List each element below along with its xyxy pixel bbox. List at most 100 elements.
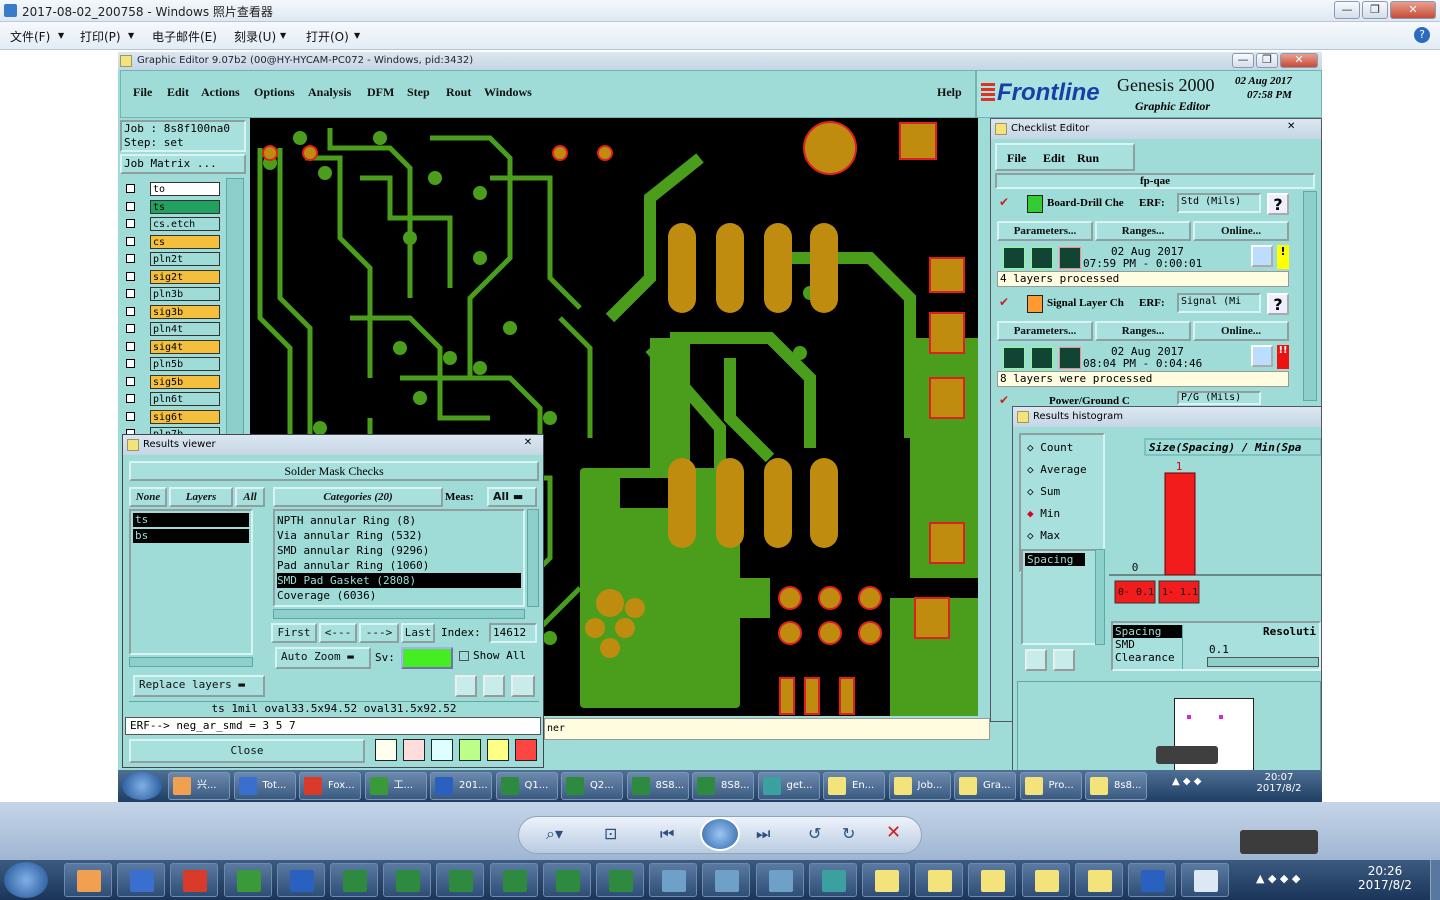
taskbar-item[interactable] [489,863,538,897]
menu-help[interactable]: Help [937,85,962,100]
run-icon[interactable] [1003,347,1025,369]
run-icon[interactable] [1031,347,1053,369]
layer-row[interactable]: sig4t [124,339,220,354]
layer-row[interactable]: pln6t [124,392,220,406]
delete-icon[interactable]: ✕ [886,822,901,843]
menu-print[interactable]: 打印(P) [80,28,121,45]
show-all-checkbox[interactable] [459,651,469,661]
list-item[interactable]: NPTH annular Ring (8) [277,513,521,528]
ranges-button[interactable]: Ranges... [1095,221,1191,241]
taskbar-item[interactable] [1128,863,1176,897]
params-button[interactable]: Parameters... [997,221,1093,241]
none-button[interactable]: None [129,487,167,507]
layer-checkbox[interactable] [126,271,135,281]
layer-checkbox[interactable] [126,306,135,316]
taskbar-item[interactable] [1181,863,1230,897]
taskbar-item[interactable] [436,863,485,897]
layer-name[interactable]: ts [150,199,220,214]
erf-field[interactable]: P/G (Mils) [1177,391,1261,405]
layer-name[interactable]: sig3b [150,304,220,319]
last-button[interactable]: Last [401,623,435,643]
list-item[interactable]: SMD [1113,638,1182,651]
meas-select[interactable]: All ▬ [487,487,537,507]
taskbar-item[interactable]: get... [757,772,820,800]
menu-analysis[interactable]: Analysis [308,85,351,100]
layer-name[interactable]: to [150,182,220,196]
start-button[interactable] [4,862,48,898]
help-icon[interactable]: ? [1267,293,1289,315]
report-icon[interactable] [487,739,509,761]
taskbar-item[interactable]: Fox... [299,772,361,800]
maximize-button[interactable]: ❐ [1256,53,1278,68]
layer-row[interactable]: sig6t [124,409,220,424]
minimize-button[interactable]: — [1334,1,1360,19]
radio-max[interactable]: ◇ Max [1027,529,1060,542]
layer-row[interactable]: pln5b [124,357,220,371]
taskbar-item[interactable]: 8S8... [626,772,689,800]
radio-sum[interactable]: ◇ Sum [1027,485,1060,498]
taskbar-item[interactable] [968,863,1017,897]
layer-name[interactable]: pln5b [150,357,220,371]
slideshow-button[interactable] [700,817,740,851]
radio-min[interactable]: ◆ Min [1027,507,1060,520]
zoom-icon[interactable]: ⌕▾ [546,824,563,844]
stop-icon[interactable] [1059,247,1081,269]
histogram-icon[interactable] [515,739,537,761]
layer-hscrollbar[interactable] [129,657,253,667]
menu-step[interactable]: Step [407,85,430,100]
list-item[interactable]: Pad annular Ring (1060) [277,558,521,573]
radio-average[interactable]: ◇ Average [1027,463,1087,476]
stop-icon[interactable] [1059,347,1081,369]
taskbar-item[interactable] [383,863,432,897]
taskbar-item[interactable] [755,863,804,897]
list-item-selected[interactable]: SMD Pad Gasket (2808) [277,573,521,588]
run-icon[interactable] [1031,247,1053,269]
layer-row[interactable]: pln4t [124,322,220,336]
refresh-icon[interactable] [483,675,505,697]
menu-file[interactable]: File [133,85,152,100]
list-item[interactable]: Coverage (6036) [277,588,521,603]
cross-icon[interactable] [431,739,453,761]
check-icon[interactable]: ✔ [999,195,1009,209]
layer-name[interactable]: sig5b [150,374,220,389]
online-button[interactable]: Online... [1193,221,1289,241]
layer-row[interactable]: sig2t [124,269,220,284]
layer-name[interactable]: sig4t [150,339,220,354]
layer-checkbox[interactable] [126,219,135,228]
list-item[interactable]: bs [133,529,249,543]
delete-icon[interactable] [403,739,425,761]
list-item-selected[interactable]: Spacing [1113,625,1182,638]
taskbar-item[interactable] [330,863,378,897]
menu-windows[interactable]: Windows [484,85,532,100]
menu-file[interactable]: File [1007,151,1026,166]
close-button[interactable]: Close [129,739,365,763]
taskbar-item[interactable] [170,863,219,897]
layer-checkbox[interactable] [126,184,135,193]
layer-row[interactable]: to [124,182,220,196]
taskbar-item[interactable] [276,863,325,897]
next-button[interactable]: ---> [359,623,399,643]
previous-icon[interactable]: ⏮ [660,824,674,844]
layer-name[interactable]: sig6t [150,409,220,424]
taskbar-item[interactable] [542,863,591,897]
all-button[interactable]: All [235,487,265,507]
taskbar-item[interactable]: 8s8... [1085,772,1147,800]
taskbar-item[interactable]: 201... [430,772,492,800]
prev-button[interactable]: <--- [319,623,357,643]
menu-dfm[interactable]: DFM [367,85,394,100]
layer-row[interactable]: pln3b [124,287,220,301]
menu-file[interactable]: 文件(F) [10,28,50,45]
taskbar-item[interactable]: En... [823,772,885,800]
first-button[interactable]: First [271,623,317,643]
rotate-left-icon[interactable]: ↺ [808,824,821,843]
menu-options[interactable]: Options [254,85,295,100]
list-item[interactable]: ts [133,513,249,527]
erf-field[interactable]: Std (Mils) [1177,193,1261,213]
chevron-down-icon[interactable]: ▼ [280,31,286,40]
taskbar-item[interactable]: Tot... [233,772,296,800]
list-item-selected[interactable]: Spacing [1025,553,1085,566]
delete-icon[interactable] [1025,649,1047,671]
replace-layers-select[interactable]: Replace layers ▬ [133,675,265,697]
menu-email[interactable]: 电子邮件(E) [152,28,217,45]
taskbar-item[interactable] [702,863,751,897]
